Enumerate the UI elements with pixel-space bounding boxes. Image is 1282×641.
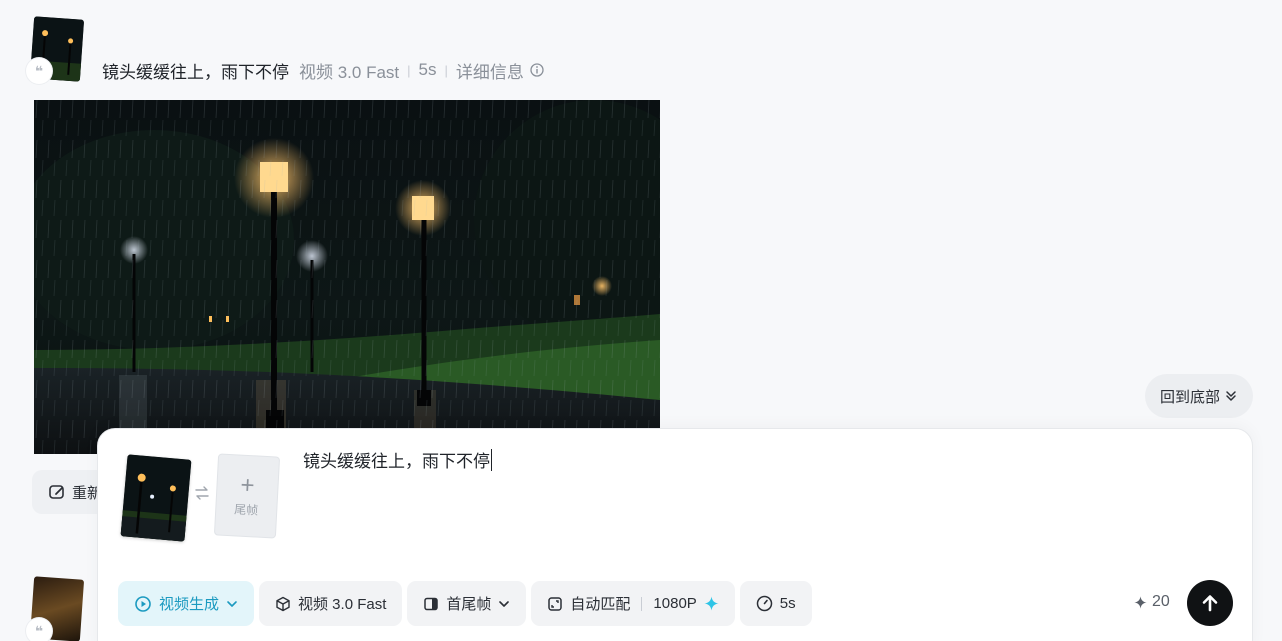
arrow-up-icon (1202, 595, 1218, 612)
chevron-down-icon (499, 600, 510, 607)
frames-icon (424, 597, 439, 610)
swap-icon[interactable] (194, 485, 210, 501)
quote-icon: ❝ (26, 618, 52, 641)
history-header: 镜头缓缓往上，雨下不停 视频 3.0 Fast | 5s | 详细信息 (102, 58, 544, 82)
frames-dropdown[interactable]: 首尾帧 (407, 581, 527, 626)
aspect-ratio-icon (548, 596, 563, 611)
history-prompt[interactable]: 镜头缓缓往上，雨下不停 (102, 58, 289, 83)
prompt-input[interactable]: 镜头缓缓往上，雨下不停 (303, 447, 492, 472)
model-label: 视频 3.0 Fast (298, 596, 387, 613)
mode-dropdown[interactable]: 视频生成 (118, 581, 255, 626)
sparkle-icon (1134, 595, 1147, 609)
ratio-label: 自动匹配 (570, 596, 631, 613)
last-frame-label: 尾帧 (233, 501, 259, 518)
history-model: 视频 3.0 Fast (299, 62, 400, 82)
credits-indicator: 20 (1134, 593, 1170, 611)
history-duration: 5s (418, 60, 437, 79)
ratio-resolution-selector[interactable]: 自动匹配 1080P (531, 581, 735, 626)
cube-icon (276, 596, 290, 611)
info-icon[interactable] (530, 63, 544, 77)
back-to-bottom-label: 回到底部 (1159, 388, 1220, 406)
resolution-label: 1080P (653, 595, 697, 612)
double-chevron-down-icon (1226, 391, 1236, 401)
last-frame-upload[interactable]: + 尾帧 (213, 453, 281, 539)
details-link[interactable]: 详细信息 (456, 58, 524, 83)
quote-icon: ❝ (26, 58, 52, 84)
generated-video[interactable] (34, 100, 660, 454)
text-caret (491, 448, 492, 471)
divider (641, 596, 643, 611)
duration-label: 5s (779, 595, 796, 612)
back-to-bottom-button[interactable]: 回到底部 (1145, 374, 1253, 418)
model-selector[interactable]: 视频 3.0 Fast (259, 581, 403, 626)
duration-selector[interactable]: 5s (739, 581, 812, 626)
separator: | (407, 62, 411, 78)
first-frame-thumbnail[interactable] (120, 454, 192, 542)
send-button[interactable] (1187, 580, 1233, 626)
separator: | (444, 62, 448, 78)
composer-panel: + 尾帧 镜头缓缓往上，雨下不停 视频生成 视频 3.0 Fast 首尾帧 自动… (97, 428, 1253, 641)
video-generate-icon (135, 595, 151, 612)
clock-icon (756, 595, 773, 612)
edit-icon (49, 485, 64, 499)
plus-icon: + (239, 471, 256, 499)
prompt-text: 镜头缓缓往上，雨下不停 (303, 452, 490, 471)
credits-value: 20 (1152, 593, 1170, 610)
frames-label: 首尾帧 (446, 596, 492, 613)
composer-toolbar: 视频生成 视频 3.0 Fast 首尾帧 自动匹配 1080P 5s (118, 581, 812, 626)
mode-label: 视频生成 (159, 596, 220, 613)
chevron-down-icon (227, 600, 237, 607)
sparkle-icon (704, 596, 719, 611)
